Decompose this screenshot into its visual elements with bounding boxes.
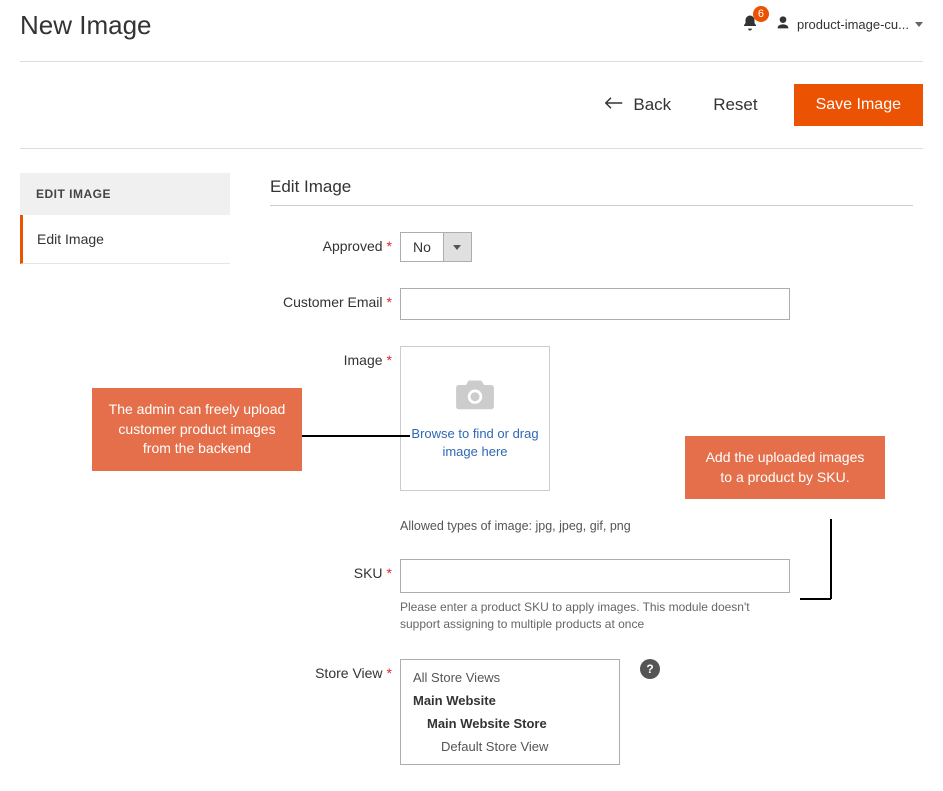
chevron-down-icon [915, 22, 923, 27]
upload-text: Browse to find or drag image here [401, 425, 549, 461]
storeview-select[interactable]: All Store ViewsMain WebsiteMain Website … [400, 659, 620, 765]
approved-value: No [401, 233, 443, 261]
sku-hint: Please enter a product SKU to apply imag… [400, 599, 790, 633]
sidebar-item-edit-image[interactable]: Edit Image [20, 215, 230, 264]
storeview-option[interactable]: All Store Views [401, 666, 619, 689]
username-label: product-image-cu... [797, 17, 909, 32]
notifications-button[interactable]: 6 [741, 14, 759, 35]
chevron-down-icon [453, 245, 461, 250]
approved-select[interactable]: No [400, 232, 472, 262]
back-button[interactable]: Back [599, 94, 677, 116]
customer-email-input[interactable] [400, 288, 790, 320]
annotation-connector [800, 598, 831, 600]
arrow-left-icon [605, 95, 623, 115]
image-label: Image* [270, 346, 400, 368]
annotation-callout-upload: The admin can freely upload customer pro… [92, 388, 302, 471]
help-icon[interactable]: ? [640, 659, 660, 679]
image-uploader[interactable]: Browse to find or drag image here [400, 346, 550, 491]
sku-input[interactable] [400, 559, 790, 593]
annotation-callout-sku: Add the uploaded images to a product by … [685, 436, 885, 499]
annotation-connector [830, 519, 832, 599]
camera-icon [453, 376, 497, 415]
reset-button[interactable]: Reset [707, 94, 763, 116]
sidebar-header: EDIT IMAGE [20, 173, 230, 215]
notification-badge: 6 [753, 6, 769, 22]
storeview-option[interactable]: Main Website Store [401, 712, 619, 735]
user-icon [775, 15, 791, 34]
approved-dropdown-toggle[interactable] [443, 233, 471, 261]
annotation-connector [302, 435, 410, 437]
storeview-label: Store View* [270, 659, 400, 681]
customer-email-label: Customer Email* [270, 288, 400, 310]
section-title: Edit Image [270, 177, 913, 197]
user-menu[interactable]: product-image-cu... [775, 15, 923, 34]
storeview-option[interactable]: Main Website [401, 689, 619, 712]
image-hint: Allowed types of image: jpg, jpeg, gif, … [400, 519, 870, 533]
storeview-option[interactable]: Default Store View [401, 735, 619, 758]
bell-icon [741, 19, 759, 35]
divider [270, 205, 913, 206]
back-label: Back [633, 95, 671, 115]
page-title: New Image [20, 10, 152, 41]
approved-label: Approved* [270, 232, 400, 254]
sku-label: SKU* [270, 559, 400, 581]
save-image-button[interactable]: Save Image [794, 84, 923, 126]
